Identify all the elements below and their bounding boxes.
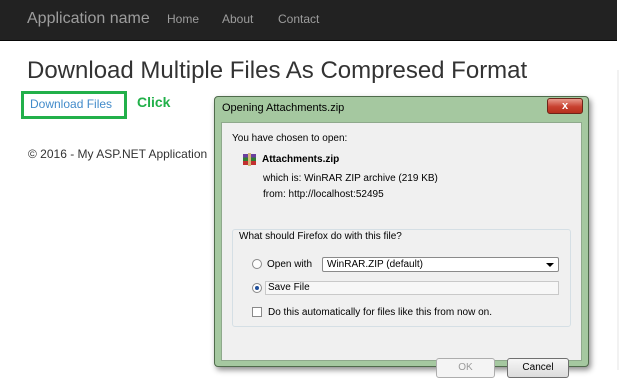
file-type-text: which is: WinRAR ZIP archive (219 KB)	[263, 173, 438, 184]
download-highlight-box: Download Files	[21, 91, 127, 119]
save-file-radio[interactable]	[252, 283, 262, 293]
download-dialog: Opening Attachments.zip x You have chose…	[214, 96, 589, 378]
brand-link[interactable]: Application name	[27, 10, 150, 28]
open-with-select[interactable]: WinRAR.ZIP (default)	[322, 257, 559, 272]
ok-button[interactable]: OK	[436, 358, 495, 378]
file-name: Attachments.zip	[262, 154, 340, 165]
save-file-label: Save File	[268, 282, 310, 293]
auto-action-checkbox[interactable]	[252, 307, 262, 317]
footer-copyright: © 2016 - My ASP.NET Application	[28, 147, 208, 161]
auto-action-label: Do this automatically for files like thi…	[268, 307, 492, 318]
page-edge-divider	[617, 70, 619, 370]
action-question: What should Firefox do with this file?	[237, 231, 404, 242]
click-annotation: Click	[137, 94, 171, 110]
nav-about-link[interactable]: About	[222, 12, 253, 26]
save-file-option[interactable]: Save File	[265, 281, 559, 295]
nav-home-link[interactable]: Home	[167, 12, 199, 26]
nav-contact-link[interactable]: Contact	[278, 12, 319, 26]
file-source-text: from: http://localhost:52495	[263, 189, 384, 200]
open-with-radio[interactable]	[252, 259, 262, 269]
open-intro-text: You have chosen to open:	[232, 133, 348, 144]
page-title: Download Multiple Files As Compresed For…	[27, 57, 528, 84]
dialog-title: Opening Attachments.zip	[222, 102, 345, 114]
open-with-value: WinRAR.ZIP (default)	[327, 259, 423, 270]
dialog-titlebar[interactable]: Opening Attachments.zip x	[215, 97, 588, 120]
chevron-down-icon	[546, 263, 554, 267]
dialog-body: You have chosen to open: Attachments.zip…	[221, 122, 582, 378]
top-navbar: Application name Home About Contact	[0, 0, 617, 41]
cancel-button[interactable]: Cancel	[507, 358, 569, 378]
download-files-link[interactable]: Download Files	[30, 97, 112, 111]
open-with-label: Open with	[267, 259, 313, 270]
winrar-archive-icon	[243, 153, 256, 166]
close-button[interactable]: x	[547, 98, 583, 114]
